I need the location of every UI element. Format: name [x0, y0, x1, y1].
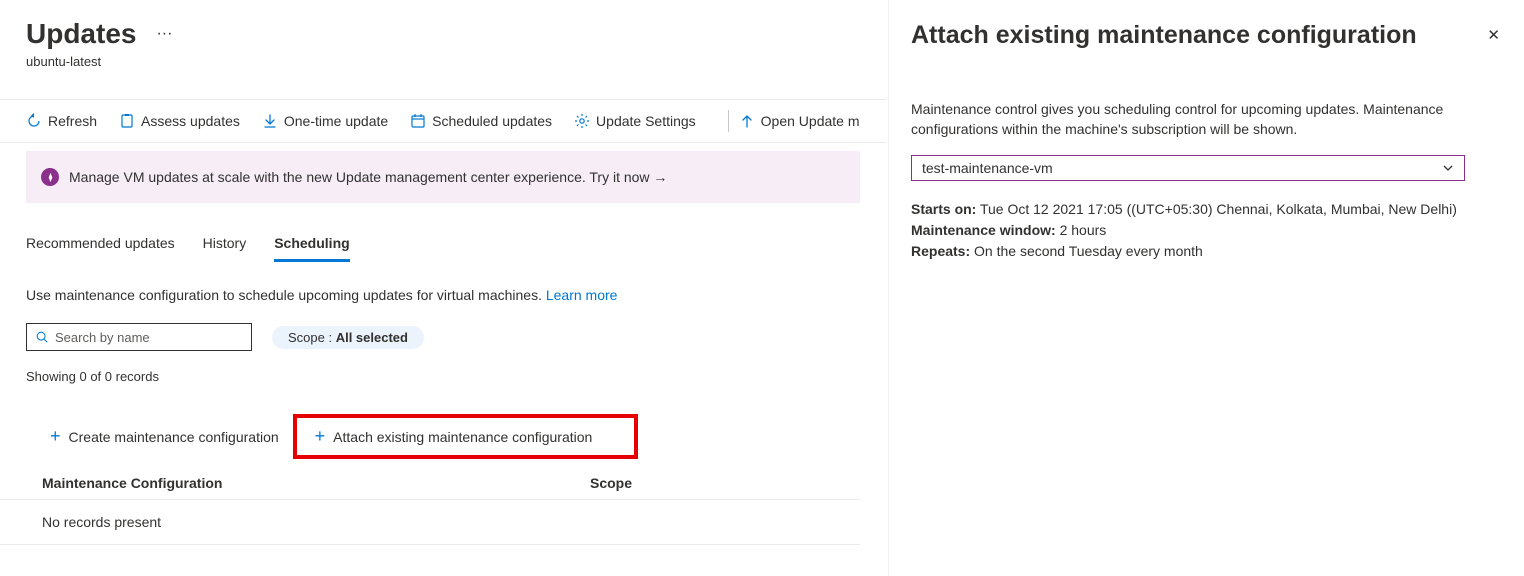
repeats-value: On the second Tuesday every month — [970, 243, 1203, 259]
tabs: Recommended updates History Scheduling — [0, 203, 886, 263]
close-icon[interactable]: ✕ — [1485, 24, 1502, 46]
create-config-label: Create maintenance configuration — [69, 429, 279, 445]
plus-icon: + — [50, 426, 61, 447]
info-banner[interactable]: Manage VM updates at scale with the new … — [26, 151, 860, 203]
learn-more-link[interactable]: Learn more — [546, 287, 618, 303]
search-placeholder: Search by name — [55, 330, 150, 345]
desc-text: Use maintenance configuration to schedul… — [26, 287, 546, 303]
more-actions-button[interactable]: ··· — [156, 25, 172, 43]
scope-value: All selected — [336, 330, 408, 345]
download-icon — [262, 113, 278, 129]
create-config-button[interactable]: + Create maintenance configuration — [40, 414, 289, 459]
side-panel: Attach existing maintenance configuratio… — [888, 0, 1524, 576]
plus-icon: + — [315, 426, 326, 447]
arrow-up-icon — [739, 113, 755, 129]
attach-config-label: Attach existing maintenance configuratio… — [333, 429, 592, 445]
starts-on-value: Tue Oct 12 2021 17:05 ((UTC+05:30) Chenn… — [976, 201, 1457, 217]
empty-row: No records present — [0, 500, 860, 545]
scheduling-description: Use maintenance configuration to schedul… — [0, 263, 886, 303]
scheduled-updates-button[interactable]: Scheduled updates — [410, 113, 552, 129]
open-update-mgmt-button[interactable]: Open Update m — [739, 113, 860, 129]
refresh-label: Refresh — [48, 113, 97, 129]
banner-text: Manage VM updates at scale with the new … — [69, 169, 667, 185]
calendar-icon — [410, 113, 426, 129]
assess-updates-button[interactable]: Assess updates — [119, 113, 240, 129]
starts-on-label: Starts on: — [911, 201, 976, 217]
scope-label: Scope : — [288, 330, 336, 345]
panel-description: Maintenance control gives you scheduling… — [911, 100, 1502, 139]
panel-title: Attach existing maintenance configuratio… — [911, 20, 1417, 50]
assess-label: Assess updates — [141, 113, 240, 129]
config-dropdown[interactable]: test-maintenance-vm — [911, 155, 1465, 181]
tab-history[interactable]: History — [203, 235, 247, 262]
onetime-label: One-time update — [284, 113, 388, 129]
dropdown-value: test-maintenance-vm — [922, 160, 1053, 176]
config-details: Starts on: Tue Oct 12 2021 17:05 ((UTC+0… — [911, 199, 1502, 262]
window-value: 2 hours — [1056, 222, 1107, 238]
toolbar: Refresh Assess updates One-time update S… — [0, 99, 886, 143]
tab-recommended[interactable]: Recommended updates — [26, 235, 175, 262]
clipboard-icon — [119, 113, 135, 129]
update-settings-button[interactable]: Update Settings — [574, 113, 696, 129]
scope-filter[interactable]: Scope : All selected — [272, 326, 424, 349]
col-scope: Scope — [590, 475, 632, 491]
gear-icon — [574, 113, 590, 129]
scheduled-label: Scheduled updates — [432, 113, 552, 129]
one-time-update-button[interactable]: One-time update — [262, 113, 388, 129]
tab-scheduling[interactable]: Scheduling — [274, 235, 349, 262]
resource-name: ubuntu-latest — [0, 50, 886, 69]
open-um-label: Open Update m — [761, 113, 860, 129]
col-maintenance-config: Maintenance Configuration — [42, 475, 590, 491]
attach-config-button[interactable]: + Attach existing maintenance configurat… — [305, 420, 603, 453]
refresh-button[interactable]: Refresh — [26, 113, 97, 129]
toolbar-separator — [728, 110, 729, 132]
window-label: Maintenance window: — [911, 222, 1056, 238]
record-count: Showing 0 of 0 records — [0, 351, 886, 384]
table-header: Maintenance Configuration Scope — [0, 459, 860, 500]
highlight-annotation: + Attach existing maintenance configurat… — [293, 414, 639, 459]
repeats-label: Repeats: — [911, 243, 970, 259]
search-input[interactable]: Search by name — [26, 323, 252, 351]
refresh-icon — [26, 113, 42, 129]
compass-icon — [41, 168, 59, 186]
settings-label: Update Settings — [596, 113, 696, 129]
chevron-down-icon — [1442, 162, 1454, 174]
page-title: Updates — [26, 18, 136, 50]
